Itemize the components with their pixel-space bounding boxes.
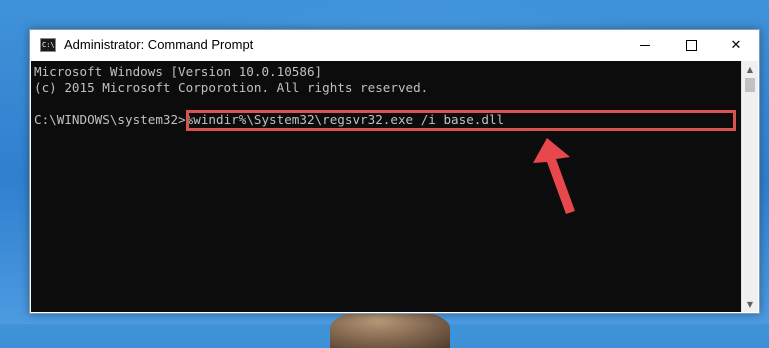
annotation-arrow-icon bbox=[533, 138, 575, 214]
red-arrow-shape bbox=[533, 138, 575, 214]
